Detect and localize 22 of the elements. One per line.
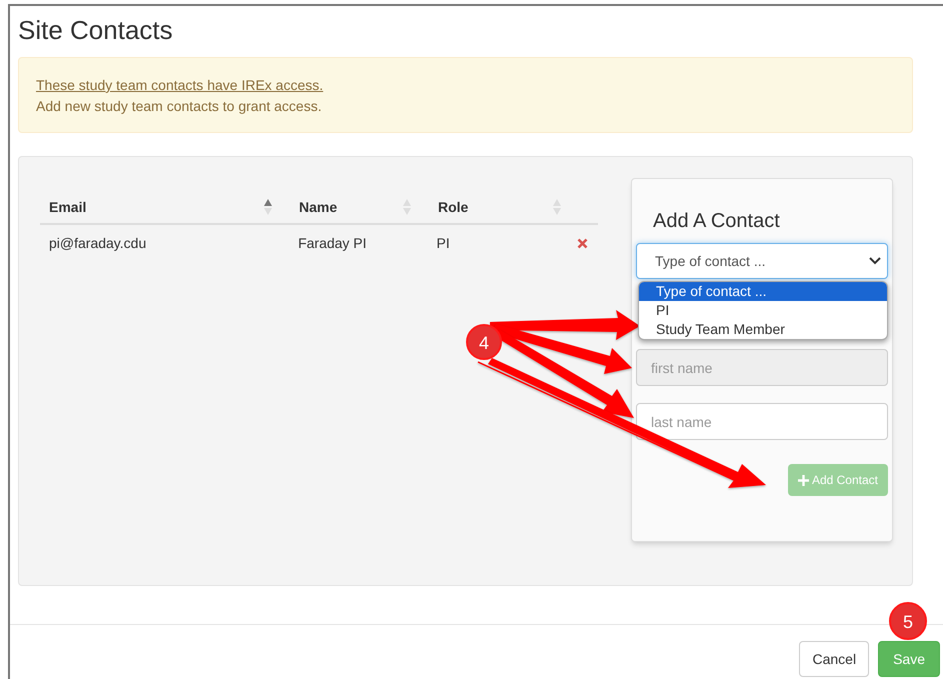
- alert-text: Add new study team contacts to grant access.: [36, 98, 322, 114]
- column-header[interactable]: Role: [438, 196, 468, 218]
- contact-type-select[interactable]: Type of contact ...: [636, 243, 888, 279]
- alert-link[interactable]: These study team contacts have IREx access.: [36, 77, 324, 93]
- step-badge: 4: [466, 324, 502, 360]
- modal-title: Site Contacts: [18, 14, 173, 46]
- plus-icon: [798, 474, 809, 486]
- table-cell: pi@faraday.cdu: [49, 235, 146, 251]
- cancel-button[interactable]: Cancel: [799, 641, 870, 677]
- dropdown-option[interactable]: PI: [639, 301, 887, 320]
- last-name-field[interactable]: last name: [636, 403, 888, 440]
- dropdown-option[interactable]: Study Team Member: [639, 320, 887, 339]
- column-header[interactable]: Name: [299, 196, 338, 218]
- chevron-down-icon: [869, 257, 881, 265]
- table-cell: Faraday PI: [298, 235, 367, 251]
- delete-icon[interactable]: [577, 238, 588, 249]
- card-heading: Add A Contact: [653, 209, 780, 233]
- step-badge: 5: [889, 602, 927, 640]
- dropdown-option[interactable]: Type of contact ...: [639, 282, 887, 301]
- table-cell: PI: [436, 235, 450, 251]
- column-header[interactable]: Email: [49, 196, 86, 218]
- sort-icon[interactable]: [264, 198, 272, 216]
